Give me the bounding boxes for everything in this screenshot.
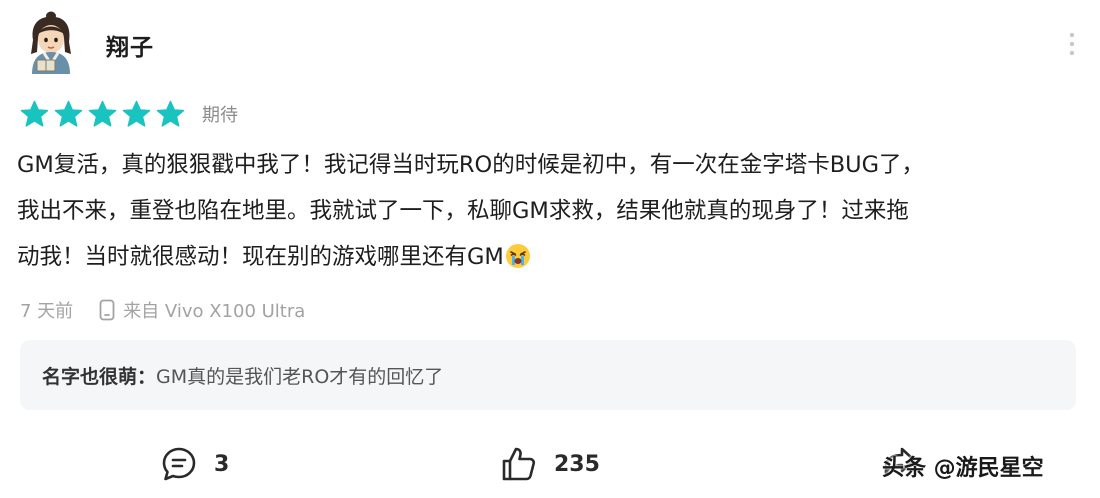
device-source: 来自 Vivo X100 Ultra — [123, 301, 306, 322]
star-icon — [122, 100, 151, 127]
reply-preview[interactable]: 名字也很萌：GM真的是我们老RO才有的回忆了 — [20, 340, 1076, 410]
watermark: 头条 @游民星空 — [882, 456, 1044, 481]
thumbs-up-icon — [502, 447, 536, 481]
like-button[interactable]: 235 — [500, 444, 600, 484]
review-line-text: 动我！当时就很感动！现在别的游戏哪里还有GM — [17, 244, 504, 270]
review-line: GM复活，真的狠狠戳中我了！我记得当时玩RO的时候是初中，有一次在金字塔卡BUG… — [17, 152, 925, 178]
star-icon — [88, 100, 117, 127]
star-icon — [54, 100, 83, 127]
review-text: GM复活，真的狠狠戳中我了！我记得当时玩RO的时候是初中，有一次在金字塔卡BUG… — [17, 142, 1057, 280]
comment-button[interactable]: 3 — [160, 444, 229, 484]
star-rating — [20, 100, 190, 128]
comment-count: 3 — [214, 451, 230, 477]
reply-line: 名字也很萌：GM真的是我们老RO才有的回忆了 — [42, 362, 443, 389]
reply-text: GM真的是我们老RO才有的回忆了 — [156, 366, 444, 388]
meta-row: 7 天前 来自 Vivo X100 Ultra — [20, 296, 305, 324]
crying-face-emoji — [505, 244, 530, 268]
like-count: 235 — [554, 451, 600, 477]
username[interactable]: 翔子 — [106, 28, 154, 62]
cartoon-avatar-icon — [31, 11, 71, 74]
rating-row: 期待 — [20, 100, 238, 128]
review-line-last: 动我！当时就很感动！现在别的游戏哪里还有GM — [17, 234, 1057, 280]
star-icon — [20, 100, 49, 127]
review-line: 我出不来，重登也陷在地里。我就试了一下，私聊GM求救，结果他就真的现身了！过来拖 — [17, 198, 909, 224]
star-icon — [156, 100, 185, 127]
review-card: 翔子 期待 GM复活，真的狠狠戳中我了！我记得当时玩RO的时候是初中，有一次在金… — [0, 0, 1100, 498]
rating-label: 期待 — [202, 105, 238, 126]
more-options-icon[interactable] — [1066, 30, 1078, 58]
avatar[interactable] — [20, 10, 82, 74]
post-time: 7 天前 — [20, 301, 74, 322]
phone-icon — [99, 299, 115, 321]
reply-author[interactable]: 名字也很萌： — [42, 366, 156, 388]
comment-bubble-icon — [162, 447, 196, 481]
